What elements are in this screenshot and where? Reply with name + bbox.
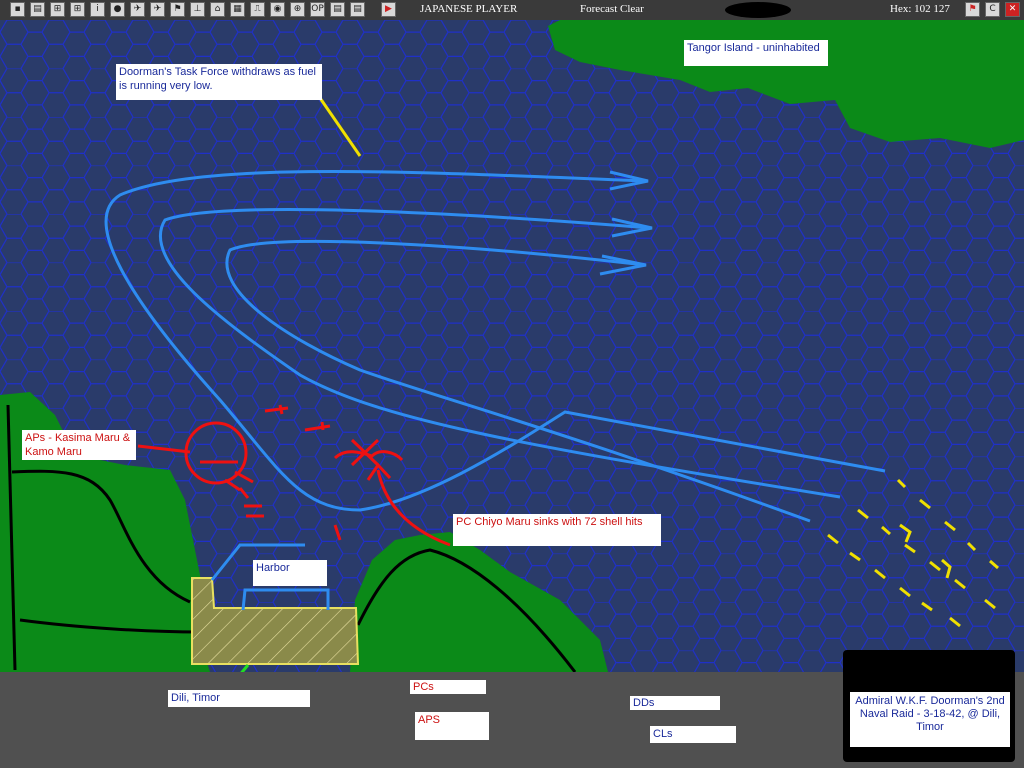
legend-cls: CLs [650,726,736,743]
toolbar-button-8[interactable]: ⚑ [170,2,185,17]
toolbar: ▪ ▤ ⊞ ⊞ i ● ✈ ✈ ⚑ ⊥ ⌂ ▦ ⎍ ◉ ⊕ OP ▤ ▤ ▶ JAPANESE PLAYER For… [0,0,1024,21]
toolbar-button-3[interactable]: ⊞ [70,2,85,17]
black-oval [725,2,791,18]
toolbar-button-1[interactable]: ▤ [30,2,45,17]
task-force-note: Doorman's Task Force withdraws as fuel i… [116,64,322,100]
toolbar-button-10[interactable]: ⌂ [210,2,225,17]
toolbar-button-17[interactable]: ▤ [350,2,365,17]
toolbar-button-12[interactable]: ⎍ [250,2,265,17]
island-note: Tangor Island - uninhabited [684,40,828,66]
legend-pcs: PCs [410,680,486,694]
toolbar-button-16[interactable]: ▤ [330,2,345,17]
toolbar-button-18[interactable]: ▶ [381,2,396,17]
toolbar-right-button-1[interactable]: C [985,2,1000,17]
toolbar-button-13[interactable]: ◉ [270,2,285,17]
weather-label: Forecast Clear [580,3,644,15]
dili-label: Dili, Timor [168,690,310,707]
toolbar-button-15[interactable]: OP [310,2,325,17]
toolbar-button-11[interactable]: ▦ [230,2,245,17]
toolbar-button-14[interactable]: ⊕ [290,2,305,17]
hex-coordinates: Hex: 102 127 [890,3,950,15]
toolbar-button-6[interactable]: ✈ [130,2,145,17]
toolbar-button-4[interactable]: i [90,2,105,17]
raid-title: Admiral W.K.F. Doorman's 2nd Naval Raid … [850,692,1010,747]
legend-aps: APS [415,712,489,740]
aps-note: APs - Kasima Maru & Kamo Maru [22,430,136,460]
toolbar-right-button-0[interactable]: ⚑ [965,2,980,17]
game-map[interactable] [0,20,1024,672]
player-label: JAPANESE PLAYER [420,3,518,15]
toolbar-button-2[interactable]: ⊞ [50,2,65,17]
toolbar-button-7[interactable]: ✈ [150,2,165,17]
chiyo-note: PC Chiyo Maru sinks with 72 shell hits [453,514,661,546]
toolbar-right-button-2[interactable]: ✕ [1005,2,1020,17]
toolbar-button-9[interactable]: ⊥ [190,2,205,17]
harbor-label: Harbor [253,560,327,586]
legend-dds: DDs [630,696,720,710]
toolbar-button-5[interactable]: ● [110,2,125,17]
toolbar-button-0[interactable]: ▪ [10,2,25,17]
